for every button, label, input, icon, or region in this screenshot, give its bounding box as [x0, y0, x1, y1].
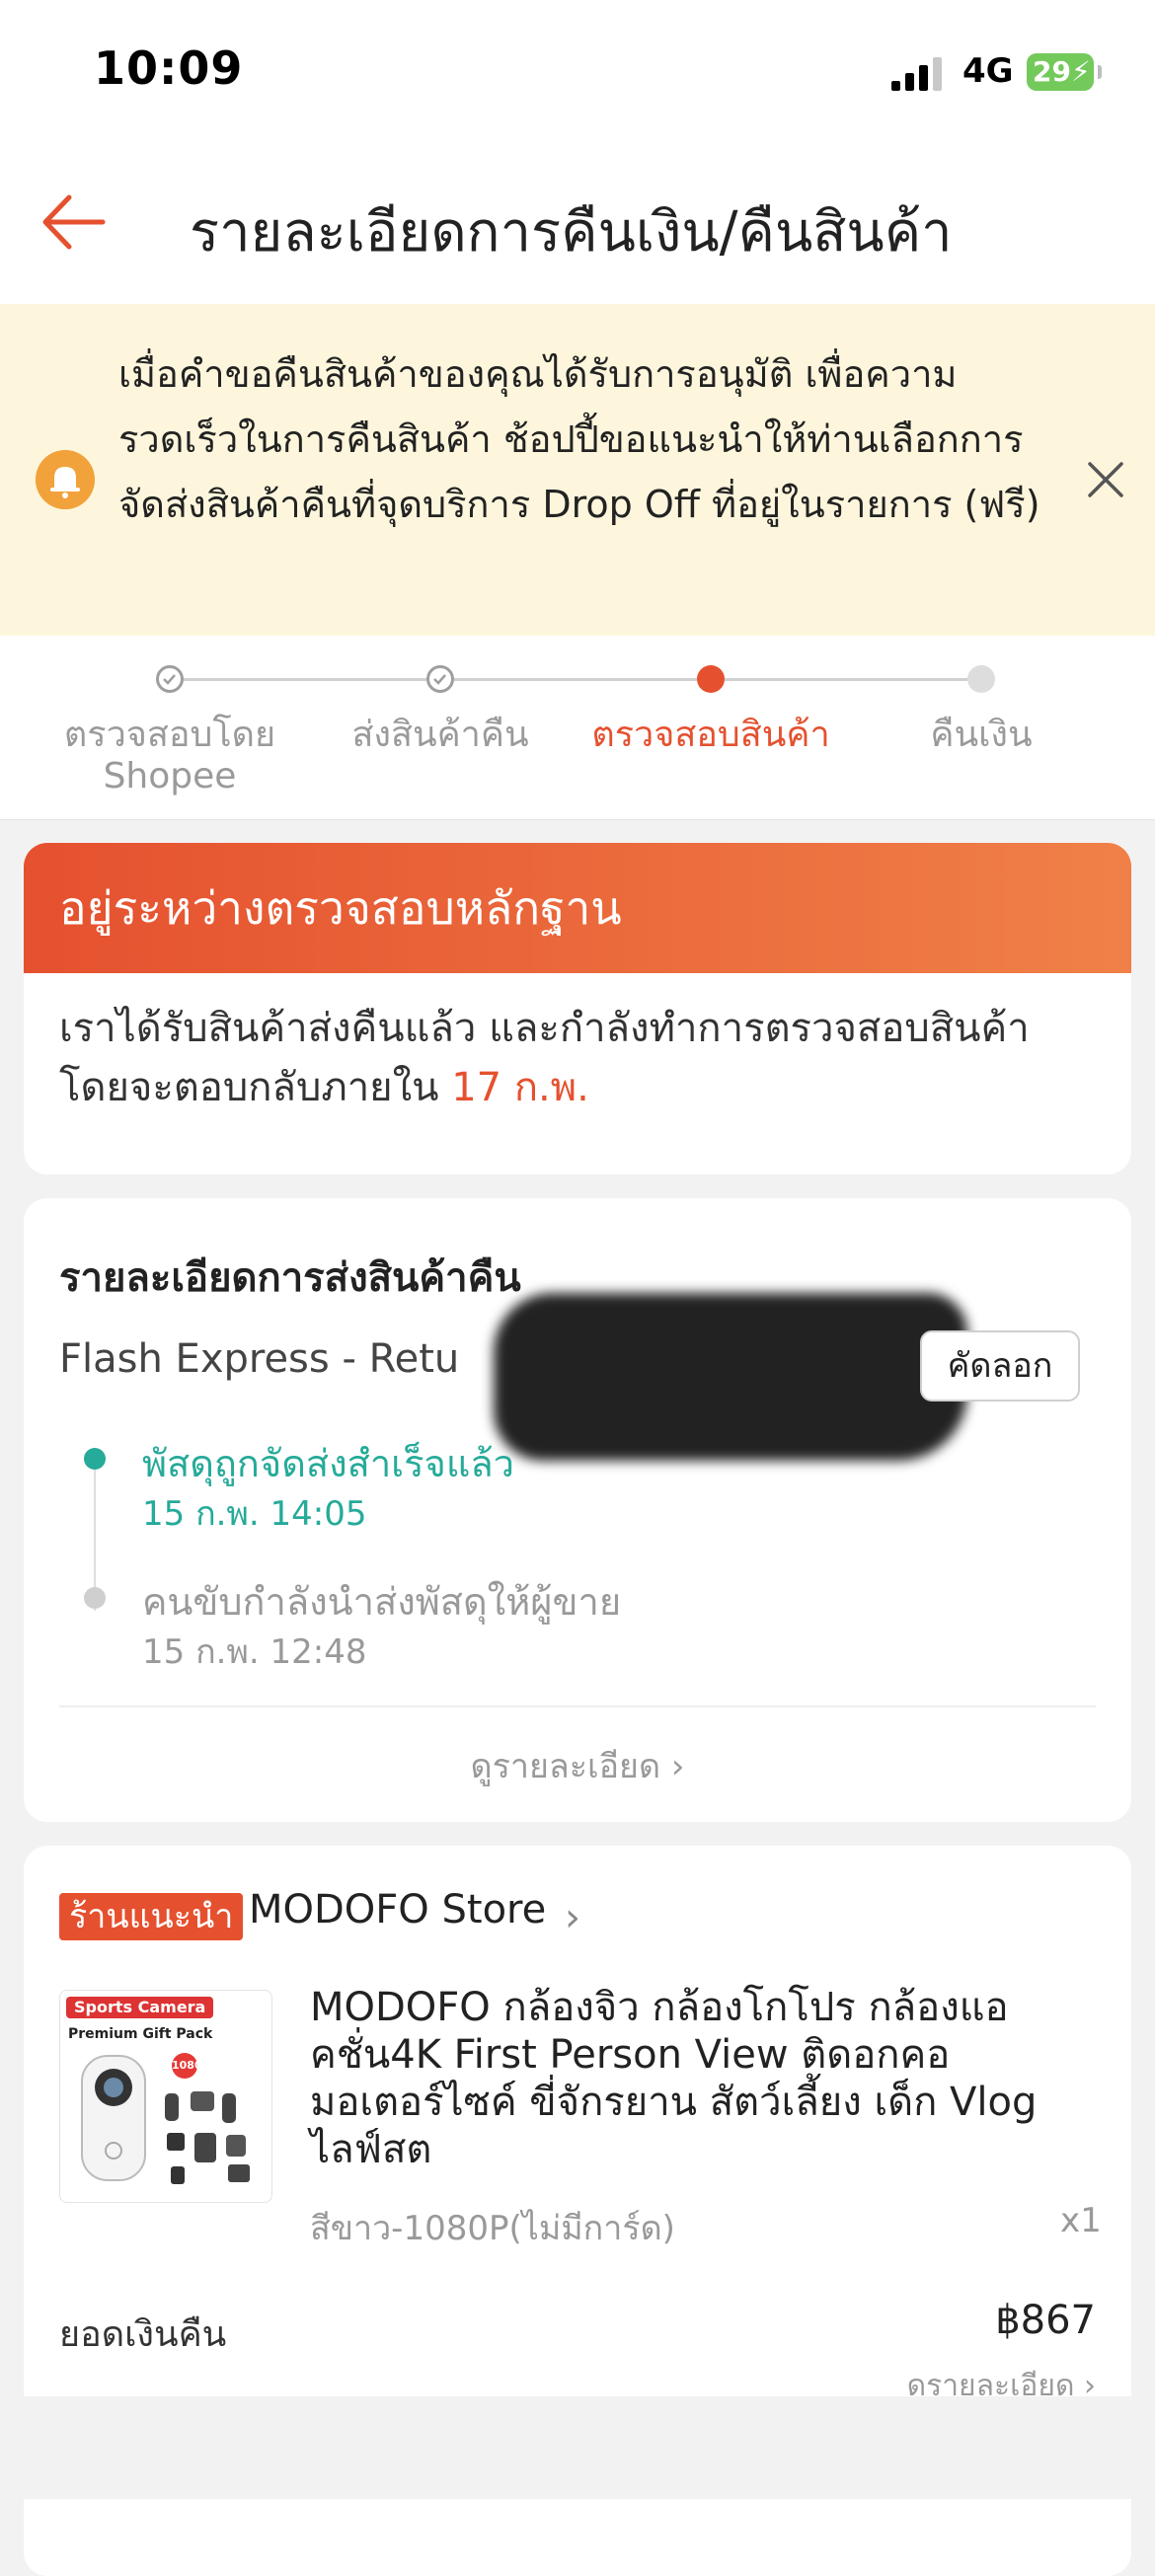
battery-icon: 29⚡ — [1027, 53, 1102, 91]
status-date: 17 ก.พ. — [451, 1065, 589, 1110]
step-label: ส่งสินค้าคืน — [351, 715, 529, 755]
view-details-label: ดูรายละเอียด — [470, 1747, 661, 1786]
stepper-track — [454, 678, 697, 681]
view-details-link[interactable]: ดูรายละเอียด › — [24, 1739, 1131, 1792]
status-banner: อยู่ระหว่างตรวจสอบหลักฐาน — [24, 843, 1131, 973]
timeline-time: 15 ก.พ. 12:48 — [142, 1632, 367, 1672]
notice-banner: เมื่อคำขอคืนสินค้าของคุณได้รับการอนุมัติ… — [0, 304, 1155, 636]
refund-label: ยอดเงินคืน — [59, 2314, 227, 2355]
status-card: อยู่ระหว่างตรวจสอบหลักฐาน เราได้รับสินค้… — [24, 843, 1131, 1174]
stepper-track — [725, 678, 967, 681]
product-variant: สีขาว-1080P(ไม่มีการ์ด) — [310, 2209, 675, 2248]
step-label: ตรวจสอบโดย Shopee — [63, 715, 276, 796]
network-label: 4G — [962, 51, 1014, 91]
thumb-resolution: 1080 — [172, 2059, 202, 2072]
step-pending-dot — [967, 665, 995, 693]
step-done-icon — [426, 665, 454, 693]
copy-button[interactable]: คัดลอก — [920, 1330, 1080, 1402]
progress-stepper: ตรวจสอบโดย Shopee ส่งสินค้าคืน ตรวจสอบสิ… — [0, 636, 1155, 820]
page-title: รายละเอียดการคืนเงิน/คืนสินค้า — [190, 200, 953, 265]
shipping-title: รายละเอียดการส่งสินค้าคืน — [59, 1255, 521, 1301]
chevron-right-icon[interactable]: › — [565, 1895, 580, 1940]
step-current-dot — [697, 665, 725, 693]
timeline-dot — [84, 1448, 106, 1470]
header: รายละเอียดการคืนเงิน/คืนสินค้า — [0, 148, 1155, 304]
bell-icon — [36, 450, 95, 509]
timeline-time: 15 ก.พ. 14:05 — [142, 1494, 367, 1534]
chevron-right-icon: › — [670, 1747, 685, 1786]
product-thumbnail[interactable]: Sports Camera Premium Gift Pack 1080 — [59, 1990, 272, 2203]
store-name[interactable]: MODOFO Store — [249, 1887, 546, 1932]
step-label: คืนเงิน — [930, 715, 1033, 755]
divider — [59, 1705, 1096, 1707]
redaction-scribble — [494, 1293, 967, 1461]
signal-icon — [891, 57, 943, 91]
timeline-event: คนขับกำลังนำส่งพัสดุให้ผู้ขาย — [142, 1580, 622, 1624]
refund-amount: ฿867 — [995, 2298, 1096, 2343]
product-name[interactable]: MODOFO กล้องจิว กล้องโกโปร กล้องแอคชั่น4… — [310, 1984, 1080, 2173]
preferred-store-badge: ร้านแนะนำ — [59, 1893, 244, 1940]
close-icon[interactable] — [1076, 450, 1135, 509]
notice-text: เมื่อคำขอคืนสินค้าของคุณได้รับการอนุมัติ… — [118, 352, 1040, 526]
status-time: 10:09 — [94, 41, 244, 95]
product-quantity: x1 — [1060, 2201, 1102, 2240]
step-label: ตรวจสอบสินค้า — [591, 715, 830, 755]
timeline-event: พัสดุถูกจัดส่งสำเร็จแล้ว — [142, 1442, 514, 1485]
battery-level: 29 — [1033, 55, 1071, 88]
courier-name: Flash Express - Retu — [59, 1336, 460, 1382]
step-done-icon — [156, 665, 184, 693]
timeline-dot — [84, 1587, 106, 1609]
camera-product-icon — [81, 2053, 250, 2184]
status-bar: 10:09 4G 29⚡ — [0, 0, 1155, 148]
stepper-track — [184, 678, 426, 681]
back-arrow-icon[interactable] — [38, 188, 107, 257]
bottom-background — [0, 2396, 1155, 2499]
status-body: เราได้รับสินค้าส่งคืนแล้ว และกำลังทำการต… — [24, 973, 1131, 1143]
shipping-card: รายละเอียดการส่งสินค้าคืน Flash Express … — [24, 1198, 1131, 1822]
